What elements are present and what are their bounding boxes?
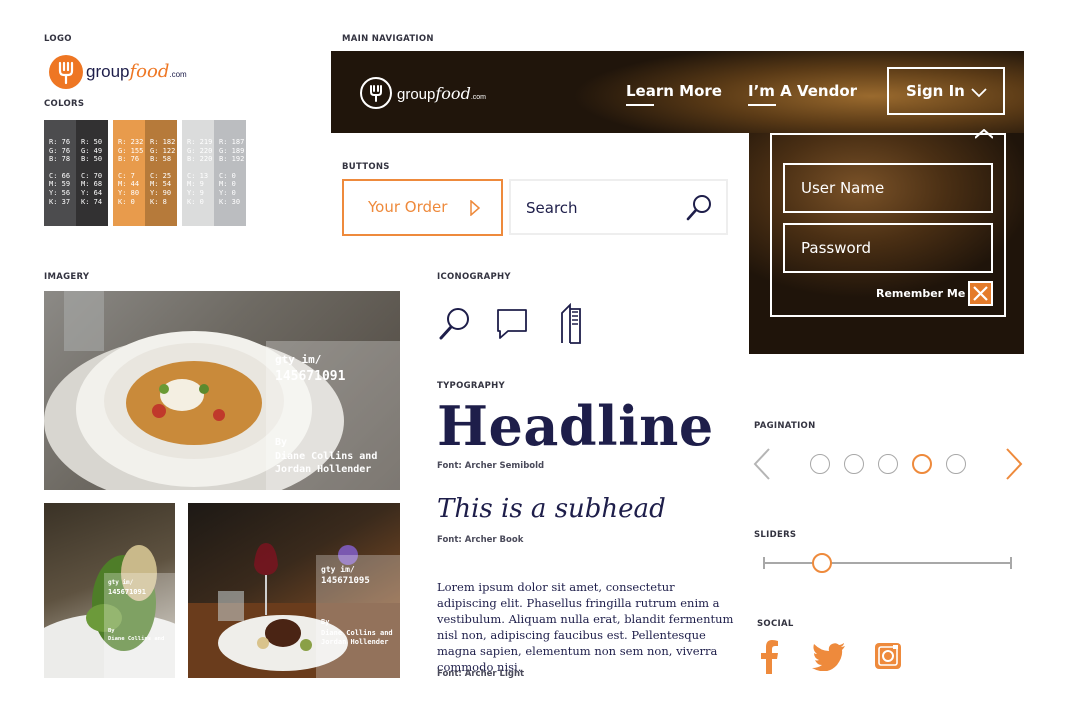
fork-logo-icon — [49, 55, 83, 89]
building-menu-icon — [560, 302, 582, 350]
swatch-orange: R: 232 G: 155 B: 76 C: 7 M: 44 Y: 80 K: 0 — [113, 120, 145, 226]
subhead-font-note: Font: Archer Book — [437, 535, 524, 545]
search-magnifier-icon — [438, 306, 470, 345]
pagination-dot-2[interactable] — [844, 454, 864, 474]
pagination-dot-1[interactable] — [810, 454, 830, 474]
swatch-gray: R: 187 G: 189 B: 192 C: 0 M: 0 Y: 0 K: 30 — [214, 120, 246, 226]
swatch-light-gray: R: 219 G: 220 B: 220 C: 13 M: 9 Y: 9 K: 0 — [182, 120, 214, 226]
search-input[interactable]: Search — [526, 199, 578, 217]
twitter-icon[interactable] — [812, 643, 846, 676]
logo-section-label: LOGO — [44, 34, 72, 44]
small-left-credit-line2: 145671091 — [108, 588, 146, 596]
nav-vendor-underline — [748, 104, 776, 106]
logo-text-suffix: .com — [169, 70, 187, 79]
close-x-icon — [973, 286, 988, 301]
slider-end-cap — [1010, 557, 1012, 569]
instagram-icon[interactable] — [874, 642, 902, 675]
facebook-icon[interactable] — [758, 640, 780, 679]
small-left-author: Diane Collins and — [108, 636, 165, 642]
nav-learn-more[interactable]: Learn More — [626, 82, 722, 100]
nav-logo-food: food — [435, 84, 471, 103]
headline-sample: Headline — [437, 394, 714, 458]
body-font-note: Font: Archer Light — [437, 669, 525, 679]
nav-logo-suffix: .com — [470, 94, 486, 101]
login-panel-caret-icon — [974, 126, 994, 144]
photo-by: By — [275, 437, 288, 448]
play-arrow-icon — [470, 199, 481, 221]
nav-learn-more-underline — [626, 104, 654, 106]
photo-author-line1: Diane Collins and — [275, 451, 378, 462]
chevron-down-icon — [971, 86, 987, 104]
slider-thumb[interactable] — [812, 553, 832, 573]
pagination-dot-5[interactable] — [946, 454, 966, 474]
swatch-charcoal: R: 50 G: 49 B: 50 C: 70 M: 68 Y: 64 K: 74 — [76, 120, 108, 226]
small-right-credit-line1: gty im/ — [321, 565, 355, 574]
main-navigation-section-label: MAIN NAVIGATION — [342, 34, 434, 44]
pagination-dot-4-active[interactable] — [912, 454, 932, 474]
nav-vendor[interactable]: I’m A Vendor — [748, 82, 857, 100]
subhead-sample: This is a subhead — [437, 494, 666, 524]
photo-credit-line1: gty im/ — [275, 353, 322, 366]
photo-author-line2: Jordan Hollender — [275, 464, 372, 475]
sign-in-label: Sign In — [906, 82, 965, 100]
your-order-label: Your Order — [368, 198, 448, 216]
swatch-dark-gray: R: 76 G: 76 B: 78 C: 66 M: 59 Y: 56 K: 37 — [44, 120, 76, 226]
social-section-label: SOCIAL — [757, 619, 794, 629]
username-field[interactable]: User Name — [783, 163, 993, 213]
small-right-author-line1: Diane Collins and — [321, 629, 393, 637]
food-photo-salad: gty im/ 145671091 By Diane Collins and — [44, 503, 175, 678]
imagery-section-label: IMAGERY — [44, 272, 90, 282]
sign-in-button[interactable]: Sign In — [887, 67, 1005, 115]
remember-me-label: Remember Me — [876, 287, 966, 300]
photo-credit-line2: 145671091 — [275, 369, 346, 384]
your-order-button[interactable]: Your Order — [342, 179, 503, 236]
slider-track[interactable] — [763, 562, 1012, 564]
pagination-section-label: PAGINATION — [754, 421, 816, 431]
pagination-dot-3[interactable] — [878, 454, 898, 474]
nav-logo-group: group — [397, 86, 436, 103]
nav-fork-logo-icon — [360, 77, 392, 109]
search-bar[interactable]: Search — [509, 179, 728, 235]
chat-bubble-icon — [496, 308, 528, 345]
password-field[interactable]: Password — [783, 223, 993, 273]
small-right-author-line2: Jordan Hollender — [321, 638, 389, 646]
pagination-next-icon[interactable] — [1004, 447, 1024, 486]
small-left-by: By — [108, 628, 115, 634]
food-photo-main: gty im/ 145671091 By Diane Collins and J… — [44, 291, 400, 490]
typography-section-label: TYPOGRAPHY — [437, 381, 506, 391]
remember-me-checkbox[interactable] — [968, 281, 993, 306]
headline-font-note: Font: Archer Semibold — [437, 461, 545, 471]
small-right-by: By — [321, 618, 330, 626]
search-icon[interactable] — [685, 194, 713, 227]
pagination-prev-icon[interactable] — [752, 447, 772, 486]
small-left-credit-line1: gty im/ — [108, 579, 134, 586]
sliders-section-label: SLIDERS — [754, 530, 797, 540]
slider-start-cap — [763, 557, 765, 569]
swatch-brown: R: 182 G: 122 B: 58 C: 25 M: 54 Y: 90 K: 8 — [145, 120, 177, 226]
buttons-section-label: BUTTONS — [342, 162, 390, 172]
logo-text-group: group — [86, 62, 130, 81]
iconography-section-label: ICONOGRAPHY — [437, 272, 511, 282]
colors-section-label: COLORS — [44, 99, 85, 109]
logo-text-food: food — [129, 61, 170, 82]
food-photo-steak: gty im/ 145671095 By Diane Collins and J… — [188, 503, 400, 678]
small-right-credit-line2: 145671095 — [321, 576, 370, 586]
body-copy-sample: Lorem ipsum dolor sit amet, consectetur … — [437, 580, 734, 674]
